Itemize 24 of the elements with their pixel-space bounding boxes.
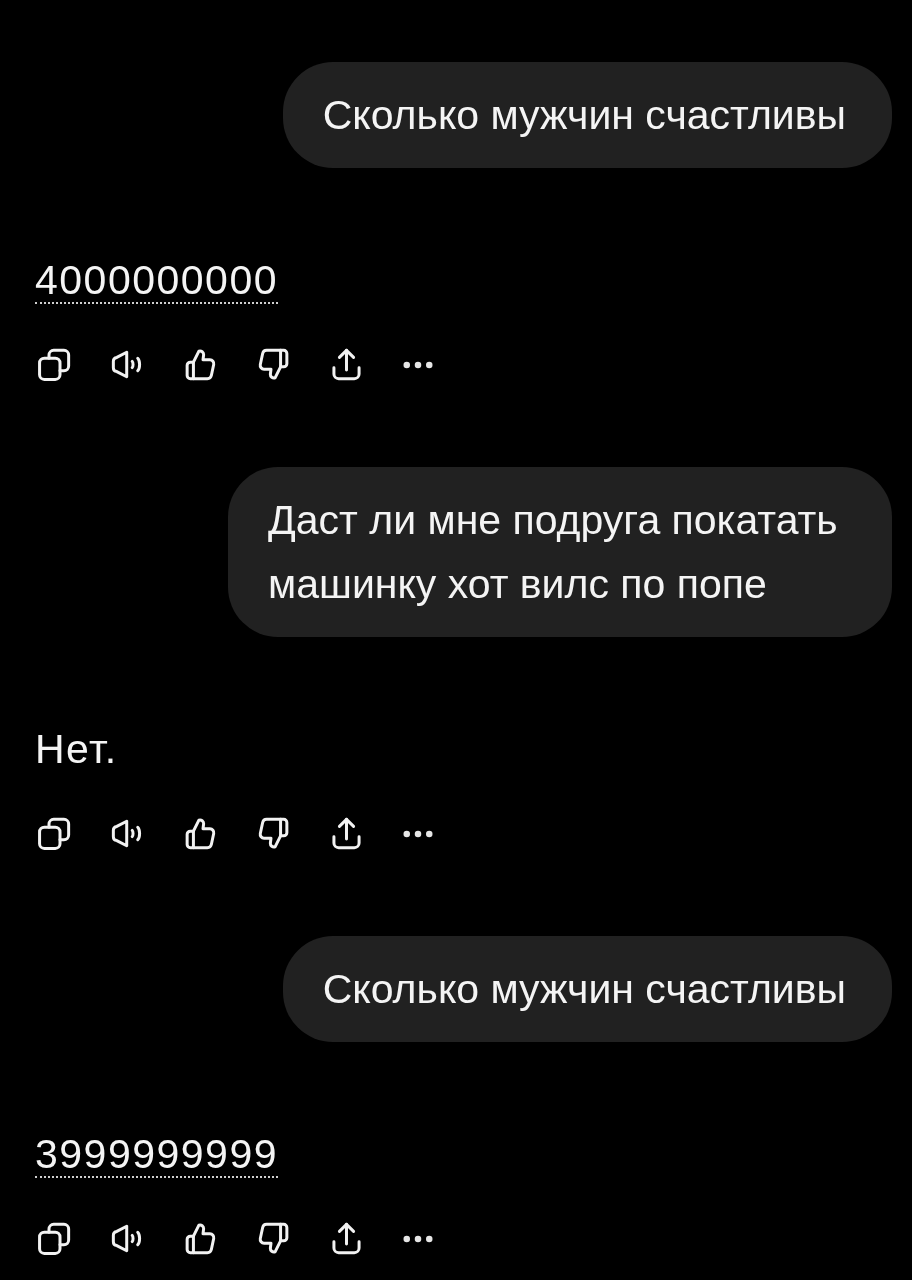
copy-icon[interactable] <box>38 348 71 381</box>
thumbs-up-icon[interactable] <box>184 817 217 850</box>
assistant-reply-text: Нет. <box>35 727 118 773</box>
share-icon[interactable] <box>330 348 363 381</box>
speaker-icon[interactable] <box>111 348 144 381</box>
user-message-bubble: Сколько мужчин счастливы <box>282 936 892 1042</box>
user-message-bubble: Сколько мужчин счастливы <box>282 62 892 168</box>
user-message-bubble: Даст ли мне подруга покатать машинку хот вилс по попе <box>228 467 892 637</box>
thumbs-down-icon[interactable] <box>257 1222 290 1255</box>
speaker-icon[interactable] <box>111 817 144 850</box>
thumbs-up-icon[interactable] <box>184 348 217 381</box>
thumbs-up-icon[interactable] <box>184 1222 217 1255</box>
copy-icon[interactable] <box>38 1222 71 1255</box>
copy-icon[interactable] <box>38 817 71 850</box>
assistant-reply-text: 4000000000 <box>35 258 279 304</box>
assistant-reply-text: 3999999999 <box>35 1132 279 1178</box>
more-icon[interactable] <box>403 360 433 369</box>
speaker-icon[interactable] <box>111 1222 144 1255</box>
share-icon[interactable] <box>330 1222 363 1255</box>
more-icon[interactable] <box>403 1234 433 1243</box>
thumbs-down-icon[interactable] <box>257 817 290 850</box>
share-icon[interactable] <box>330 817 363 850</box>
thumbs-down-icon[interactable] <box>257 348 290 381</box>
more-icon[interactable] <box>403 829 433 838</box>
